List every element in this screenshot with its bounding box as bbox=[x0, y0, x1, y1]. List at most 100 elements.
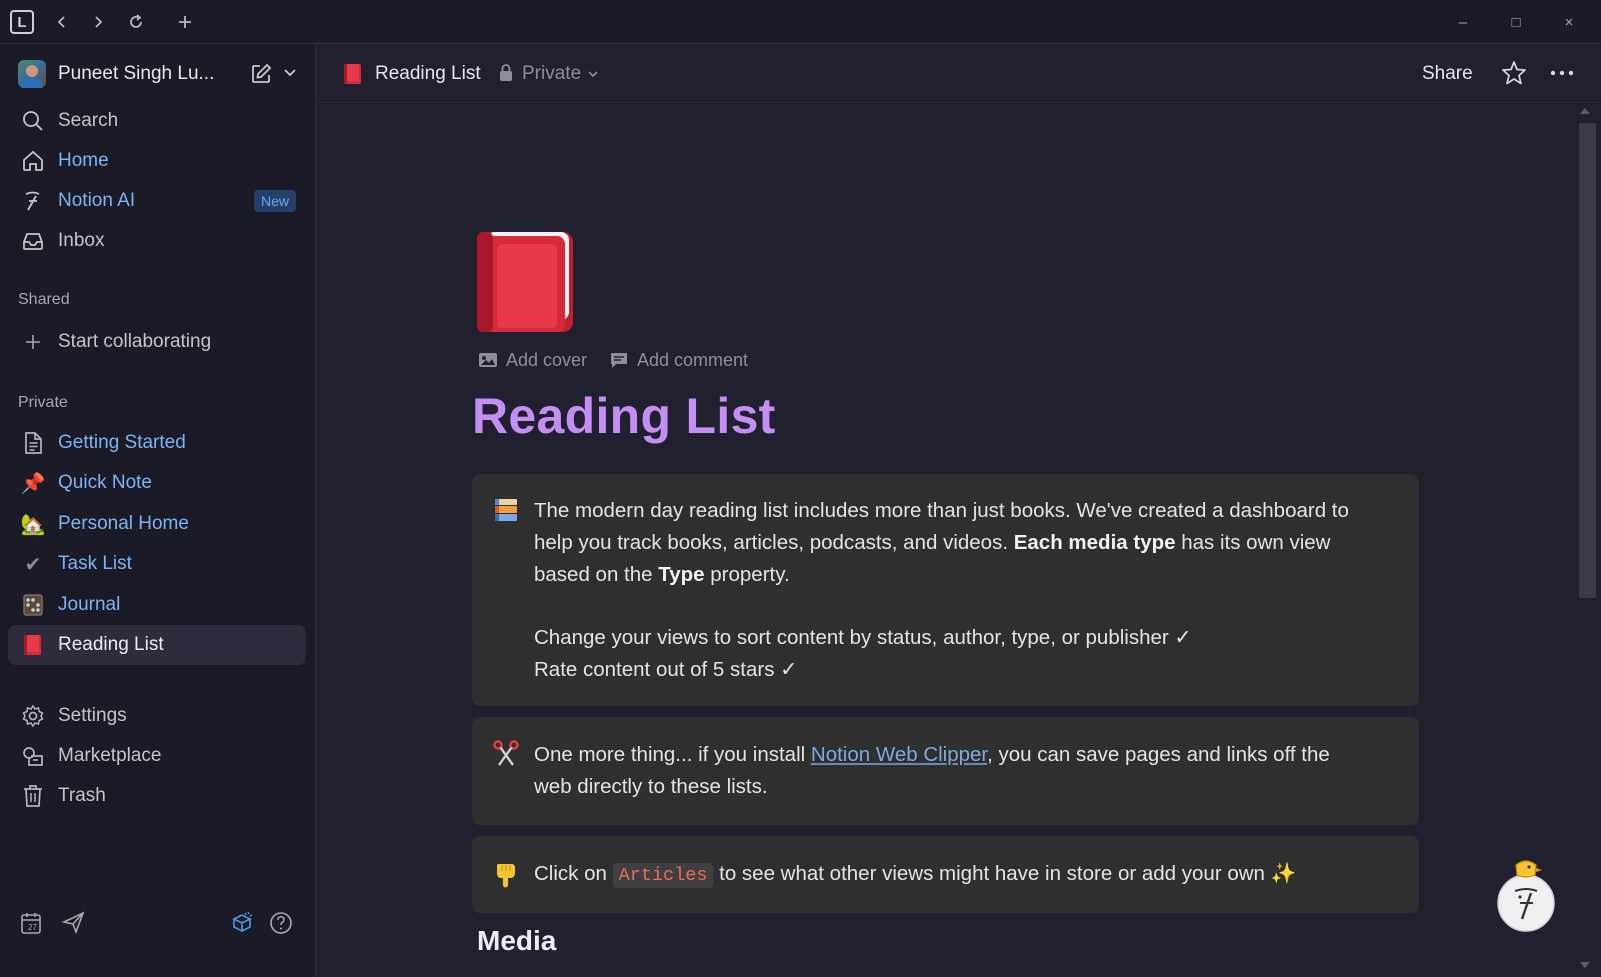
sidebar-item-trash[interactable]: Trash bbox=[8, 776, 306, 816]
callout-text-segment: Click on bbox=[534, 862, 613, 885]
private-section-label: Private bbox=[18, 394, 68, 411]
comment-icon bbox=[611, 353, 627, 368]
workspace-switcher[interactable]: Puneet Singh Lu... bbox=[8, 54, 306, 94]
home-icon bbox=[18, 146, 48, 176]
back-button[interactable] bbox=[48, 8, 76, 36]
forward-button[interactable] bbox=[84, 8, 112, 36]
shared-section-label: Shared bbox=[18, 291, 70, 308]
sidebar-item-label: Settings bbox=[58, 705, 127, 726]
plus-icon bbox=[179, 16, 191, 28]
trash-icon bbox=[18, 781, 48, 811]
more-options-icon[interactable] bbox=[1547, 59, 1577, 87]
add-cover-button[interactable]: Add cover bbox=[478, 347, 587, 373]
notion-ai-icon bbox=[18, 186, 48, 216]
red-book-icon bbox=[344, 64, 361, 84]
sidebar-item-label: Marketplace bbox=[58, 745, 162, 766]
page-title[interactable]: Reading List bbox=[472, 387, 776, 445]
templates-icon[interactable] bbox=[229, 910, 255, 936]
add-cover-label: Add cover bbox=[506, 349, 588, 370]
breadcrumb-page-title[interactable]: Reading List bbox=[375, 63, 481, 85]
chevron-down-icon[interactable] bbox=[282, 64, 298, 80]
callout-text-segment: to see what other views might have in st… bbox=[713, 862, 1297, 885]
search-icon bbox=[18, 106, 48, 136]
inline-code-articles: Articles bbox=[612, 863, 714, 888]
sidebar-item-personal-home[interactable]: 🏡 Personal Home bbox=[8, 504, 306, 544]
privacy-dropdown[interactable]: Private bbox=[522, 63, 581, 85]
callout-web-clipper[interactable]: One more thing... if you install Notion … bbox=[472, 717, 1419, 825]
chevron-right-icon bbox=[95, 16, 103, 28]
lock-icon bbox=[500, 64, 512, 81]
add-comment-button[interactable]: Add comment bbox=[609, 347, 748, 373]
maximize-button[interactable]: □ bbox=[1496, 10, 1536, 34]
sidebar-item-label: Personal Home bbox=[58, 513, 189, 534]
abacus-icon bbox=[18, 590, 48, 620]
workspace-name: Puneet Singh Lu... bbox=[58, 63, 215, 84]
chevron-left-icon bbox=[57, 16, 65, 28]
favorite-star-icon[interactable] bbox=[1500, 59, 1528, 87]
plus-icon bbox=[18, 327, 48, 357]
marketplace-icon bbox=[18, 741, 48, 771]
gear-icon bbox=[18, 701, 48, 731]
sidebar-item-label: Notion AI bbox=[58, 190, 136, 211]
scissors-icon bbox=[493, 740, 519, 766]
callout-articles-tip[interactable]: Click on Articles to see what other view… bbox=[472, 836, 1419, 913]
notion-ai-assistant-icon[interactable] bbox=[1495, 855, 1557, 935]
sidebar-item-label: Inbox bbox=[58, 230, 105, 251]
sidebar-item-label: Task List bbox=[58, 553, 132, 574]
new-page-icon[interactable] bbox=[249, 62, 273, 86]
scroll-down-arrow-icon[interactable] bbox=[1580, 962, 1590, 968]
close-window-button[interactable]: × bbox=[1549, 10, 1589, 34]
sidebar-item-inbox[interactable]: Inbox bbox=[8, 221, 306, 261]
callout-articles-tip-text: Click on Articles to see what other view… bbox=[534, 858, 1364, 892]
sidebar-item-search[interactable]: Search bbox=[8, 101, 306, 141]
sidebar-item-journal[interactable]: Journal bbox=[8, 585, 306, 625]
sidebar-item-task-list[interactable]: ✔ Task List bbox=[8, 544, 306, 584]
notion-web-clipper-link[interactable]: Notion Web Clipper bbox=[811, 743, 987, 766]
sidebar-item-start-collaborating[interactable]: Start collaborating bbox=[8, 322, 306, 362]
checkmark-icon: ✔ bbox=[24, 553, 42, 576]
callout-line: Rate content out of 5 stars ✓ bbox=[534, 658, 798, 681]
reload-button[interactable] bbox=[122, 8, 150, 36]
sidebar-item-settings[interactable]: Settings bbox=[8, 696, 306, 736]
page-icon-red-book[interactable] bbox=[475, 228, 575, 333]
sidebar-item-home[interactable]: Home bbox=[8, 141, 306, 181]
calendar-icon[interactable]: 27 bbox=[19, 910, 45, 936]
page-header-bar: Reading List Private Share bbox=[317, 45, 1601, 103]
pointing-down-icon bbox=[496, 864, 515, 888]
page-content: Add cover Add comment Reading List The m… bbox=[317, 103, 1577, 977]
callout-intro-text: The modern day reading list includes mor… bbox=[534, 495, 1364, 686]
share-button[interactable]: Share bbox=[1422, 63, 1473, 85]
house-garden-icon: 🏡 bbox=[20, 513, 46, 536]
red-book-icon bbox=[18, 630, 48, 660]
callout-web-clipper-text: One more thing... if you install Notion … bbox=[534, 739, 1364, 803]
scrollbar-thumb[interactable] bbox=[1579, 123, 1596, 598]
sidebar-item-label: Start collaborating bbox=[58, 331, 212, 352]
document-icon bbox=[18, 428, 48, 458]
callout-bold-segment: Type bbox=[658, 563, 705, 586]
sidebar-item-label: Quick Note bbox=[58, 472, 152, 493]
callout-intro[interactable]: The modern day reading list includes mor… bbox=[472, 474, 1419, 706]
sidebar-item-getting-started[interactable]: Getting Started bbox=[8, 423, 306, 463]
callout-text-segment: property. bbox=[704, 563, 790, 586]
new-tab-button[interactable] bbox=[171, 8, 199, 36]
sidebar-item-label: Getting Started bbox=[58, 432, 186, 453]
reload-icon bbox=[130, 14, 142, 28]
sidebar-item-label: Home bbox=[58, 150, 109, 171]
add-comment-label: Add comment bbox=[637, 349, 749, 370]
sidebar-item-label: Trash bbox=[58, 785, 106, 806]
minimize-button[interactable]: – bbox=[1443, 10, 1483, 34]
avatar bbox=[18, 60, 46, 88]
sidebar-item-notion-ai[interactable]: Notion AI New bbox=[8, 181, 306, 221]
sidebar-item-marketplace[interactable]: Marketplace bbox=[8, 736, 306, 776]
callout-line: Change your views to sort content by sta… bbox=[534, 626, 1192, 649]
send-icon[interactable] bbox=[61, 910, 87, 936]
help-icon[interactable] bbox=[268, 910, 294, 936]
svg-text:27: 27 bbox=[28, 923, 37, 932]
sidebar: Puneet Singh Lu... Search Home Notion AI… bbox=[0, 45, 316, 977]
sidebar-item-quick-note[interactable]: 📌 Quick Note bbox=[8, 463, 306, 503]
chevron-down-icon[interactable] bbox=[587, 69, 599, 79]
scroll-up-arrow-icon[interactable] bbox=[1580, 108, 1590, 114]
pushpin-icon: 📌 bbox=[20, 472, 46, 495]
sidebar-item-reading-list[interactable]: Reading List bbox=[8, 625, 306, 665]
media-heading[interactable]: Media bbox=[477, 925, 556, 957]
